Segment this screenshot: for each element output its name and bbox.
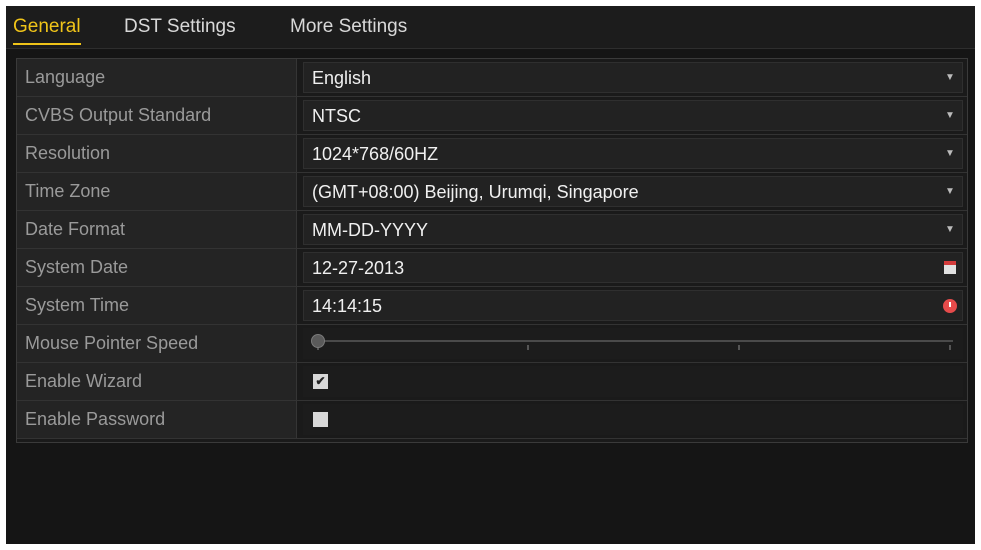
date-format-dropdown[interactable]: MM-DD-YYYY ▼: [303, 214, 963, 245]
system-time-value: 14:14:15: [312, 296, 383, 316]
tab-dst-settings-label: DST Settings: [124, 16, 236, 37]
calendar-icon[interactable]: [944, 261, 956, 274]
enable-wizard-label: Enable Wizard: [17, 363, 297, 400]
time-zone-dropdown[interactable]: (GMT+08:00) Beijing, Urumqi, Singapore ▼: [303, 176, 963, 207]
system-time-field[interactable]: 14:14:15: [303, 290, 963, 321]
tab-dst-settings[interactable]: DST Settings: [124, 15, 236, 39]
clock-icon[interactable]: [943, 299, 957, 313]
resolution-label: Resolution: [17, 135, 297, 172]
system-time-label: System Time: [17, 287, 297, 324]
setting-row-language: Language English ▼: [17, 59, 967, 97]
time-zone-label: Time Zone: [17, 173, 297, 210]
system-date-field[interactable]: 12-27-2013: [303, 252, 963, 283]
resolution-dropdown[interactable]: 1024*768/60HZ ▼: [303, 138, 963, 169]
tab-more-settings-label: More Settings: [290, 16, 408, 37]
cvbs-output-standard-value: NTSC: [312, 106, 361, 126]
chevron-down-icon[interactable]: ▼: [944, 215, 956, 244]
chevron-down-icon[interactable]: ▼: [944, 63, 956, 92]
time-zone-value: (GMT+08:00) Beijing, Urumqi, Singapore: [312, 182, 639, 202]
tab-general-label: General: [13, 16, 81, 37]
tab-more-settings[interactable]: More Settings: [290, 15, 407, 39]
setting-row-system-date: System Date 12-27-2013: [17, 249, 967, 287]
enable-password-cell: [303, 404, 963, 435]
slider-tick: [738, 345, 740, 350]
chevron-down-icon[interactable]: ▼: [944, 101, 956, 130]
setting-row-resolution: Resolution 1024*768/60HZ ▼: [17, 135, 967, 173]
chevron-down-icon[interactable]: ▼: [944, 177, 956, 206]
enable-wizard-cell: ✔: [303, 366, 963, 397]
language-value: English: [312, 68, 372, 88]
settings-panel: Language English ▼ CVBS Output Standard …: [16, 58, 968, 443]
date-format-label: Date Format: [17, 211, 297, 248]
slider-handle[interactable]: [311, 334, 325, 348]
mouse-pointer-speed-label: Mouse Pointer Speed: [17, 325, 297, 362]
enable-wizard-checkbox[interactable]: ✔: [313, 374, 328, 389]
slider-track[interactable]: [317, 340, 953, 342]
slider-tick: [527, 345, 529, 350]
enable-password-label: Enable Password: [17, 401, 297, 438]
setting-row-date-format: Date Format MM-DD-YYYY ▼: [17, 211, 967, 249]
chevron-down-icon[interactable]: ▼: [944, 139, 956, 168]
active-tab-underline: [13, 43, 81, 45]
system-date-value: 12-27-2013: [312, 258, 405, 278]
cvbs-output-standard-label: CVBS Output Standard: [17, 97, 297, 134]
setting-row-enable-wizard: Enable Wizard ✔: [17, 363, 967, 401]
enable-password-checkbox[interactable]: [313, 412, 328, 427]
mouse-pointer-speed-slider[interactable]: [303, 328, 963, 359]
setting-row-system-time: System Time 14:14:15: [17, 287, 967, 325]
language-label: Language: [17, 59, 297, 96]
language-dropdown[interactable]: English ▼: [303, 62, 963, 93]
setting-row-time-zone: Time Zone (GMT+08:00) Beijing, Urumqi, S…: [17, 173, 967, 211]
system-date-label: System Date: [17, 249, 297, 286]
setting-row-cvbs-output-standard: CVBS Output Standard NTSC ▼: [17, 97, 967, 135]
setting-row-mouse-pointer-speed: Mouse Pointer Speed: [17, 325, 967, 363]
general-settings-window: General DST Settings More Settings Langu…: [6, 6, 975, 544]
slider-tick: [949, 345, 951, 350]
setting-row-enable-password: Enable Password: [17, 401, 967, 439]
resolution-value: 1024*768/60HZ: [312, 144, 439, 164]
tab-general[interactable]: General: [13, 15, 81, 45]
date-format-value: MM-DD-YYYY: [312, 220, 428, 240]
cvbs-output-standard-dropdown[interactable]: NTSC ▼: [303, 100, 963, 131]
tab-bar: General DST Settings More Settings: [6, 6, 975, 49]
